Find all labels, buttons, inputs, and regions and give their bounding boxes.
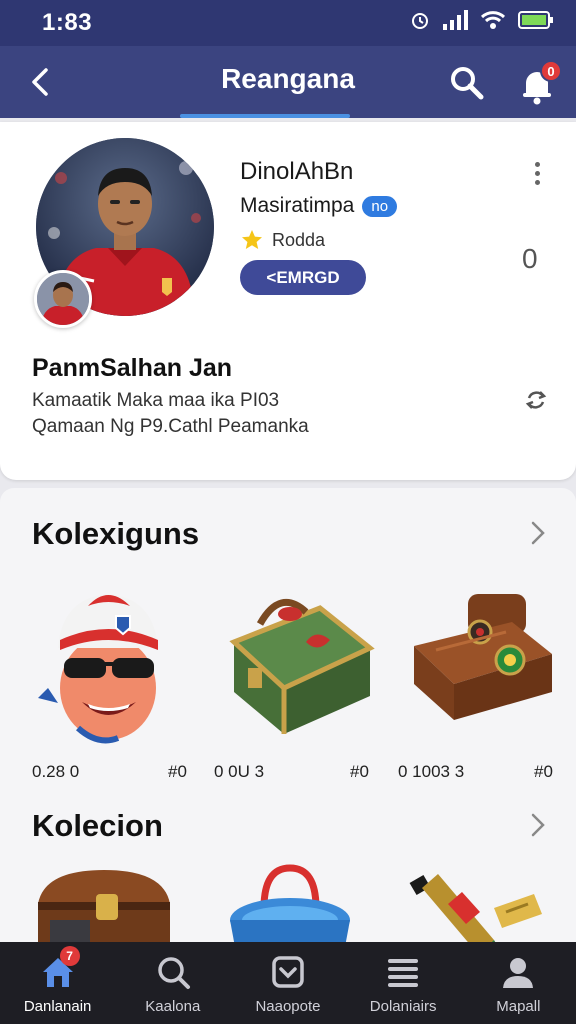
nav-item-menu[interactable]: Dolaniairs <box>346 942 461 1024</box>
count-value: 0 <box>522 243 538 274</box>
signal-icon <box>443 10 468 30</box>
notifications-button[interactable]: 0 <box>518 60 562 105</box>
treasure-chest-icon <box>38 870 170 942</box>
collection-item[interactable] <box>406 588 556 738</box>
nav-item-profile[interactable]: Mapall <box>461 942 576 1024</box>
status-time: 1:83 <box>42 9 93 36</box>
profile-card: DinolAhBn Masiratimpa no Rodda <EMRGD 0 … <box>0 122 576 480</box>
section-more-button[interactable] <box>526 810 550 840</box>
battery-icon <box>518 11 553 29</box>
kebab-dot <box>534 171 540 176</box>
kebab-dot <box>534 162 540 167</box>
collection-item[interactable] <box>408 864 558 942</box>
collection-item[interactable] <box>228 864 378 942</box>
chevron-right-icon <box>531 813 545 837</box>
profile-icon <box>500 954 536 990</box>
section-title-kolecion: Kolecion <box>32 808 163 843</box>
profile-name: DinolAhBn <box>240 158 354 185</box>
item-tag: #0 <box>350 762 369 781</box>
page-title: Reangana <box>221 63 355 94</box>
home-icon: 7 <box>40 946 80 990</box>
item-value: 0 1003 3 <box>398 762 465 781</box>
nav-item-home[interactable]: 7 Danlanain <box>0 942 115 1024</box>
nav-item-inbox[interactable]: Naaopote <box>230 942 345 1024</box>
profile-subtitle-row: Masiratimpa no <box>240 194 398 218</box>
brown-bag-icon <box>414 594 552 720</box>
collection-item[interactable] <box>220 588 375 738</box>
star-icon <box>242 230 262 249</box>
status-bar: 1:83 <box>0 0 576 46</box>
menu-icon <box>385 954 421 990</box>
mascot-head-icon <box>38 594 158 744</box>
collections-panel: Kolexiguns 0.28 0 #0 0 0U 3 #0 0 1003 3 … <box>0 488 576 948</box>
nav-label: Kaalona <box>145 998 201 1015</box>
item-value: 0.28 0 <box>32 762 80 781</box>
follow-button[interactable]: <EMRGD <box>240 260 366 295</box>
bucket-icon <box>230 864 350 942</box>
bottom-nav: 7 Danlanain Kaalona Naaopote Dolaniairs … <box>0 942 576 1024</box>
alarm-icon <box>412 13 428 29</box>
search-button[interactable] <box>446 62 488 104</box>
status-icons <box>410 10 554 30</box>
item-value: 0 0U 3 <box>214 762 265 781</box>
section-more-button[interactable] <box>526 518 550 548</box>
refresh-icon[interactable] <box>522 386 550 414</box>
green-chest-icon <box>229 599 375 734</box>
level-badge: no <box>362 195 398 217</box>
search-icon <box>155 954 191 990</box>
chevron-right-icon <box>531 521 545 545</box>
profile-subtitle: Masiratimpa <box>240 194 355 217</box>
item-tag: #0 <box>534 762 553 781</box>
search-icon <box>451 67 484 100</box>
rank-label: Rodda <box>272 229 326 250</box>
title-underline <box>180 114 350 118</box>
rank-row: Rodda <box>240 228 325 252</box>
bio-line-1: Kamaatik Maka maa ika PI03 <box>32 390 280 411</box>
secondary-avatar[interactable] <box>34 270 92 328</box>
section-title-kolexiguns: Kolexiguns <box>32 516 200 551</box>
bio-line-2: Qamaan Ng P9.Cathl Peamanka <box>32 416 309 437</box>
wifi-icon <box>480 11 506 29</box>
app-header: Reangana 0 <box>0 46 576 118</box>
nav-badge: 7 <box>59 946 80 966</box>
nav-item-search[interactable]: Kaalona <box>115 942 230 1024</box>
collection-item[interactable] <box>34 864 184 942</box>
nav-label: Naaopote <box>255 998 321 1015</box>
tools-icon <box>409 874 542 942</box>
item-tag: #0 <box>168 762 187 781</box>
nav-label: Danlanain <box>23 998 92 1015</box>
bio-title: PanmSalhan Jan <box>32 354 233 382</box>
kebab-dot <box>534 180 540 185</box>
notification-badge: 0 <box>540 60 562 82</box>
collection-item[interactable] <box>38 578 188 744</box>
nav-label: Dolaniairs <box>369 998 437 1015</box>
nav-label: Mapall <box>496 998 541 1015</box>
inbox-icon <box>270 954 306 990</box>
small-player-photo <box>37 273 89 325</box>
more-options-button[interactable] <box>530 162 544 190</box>
